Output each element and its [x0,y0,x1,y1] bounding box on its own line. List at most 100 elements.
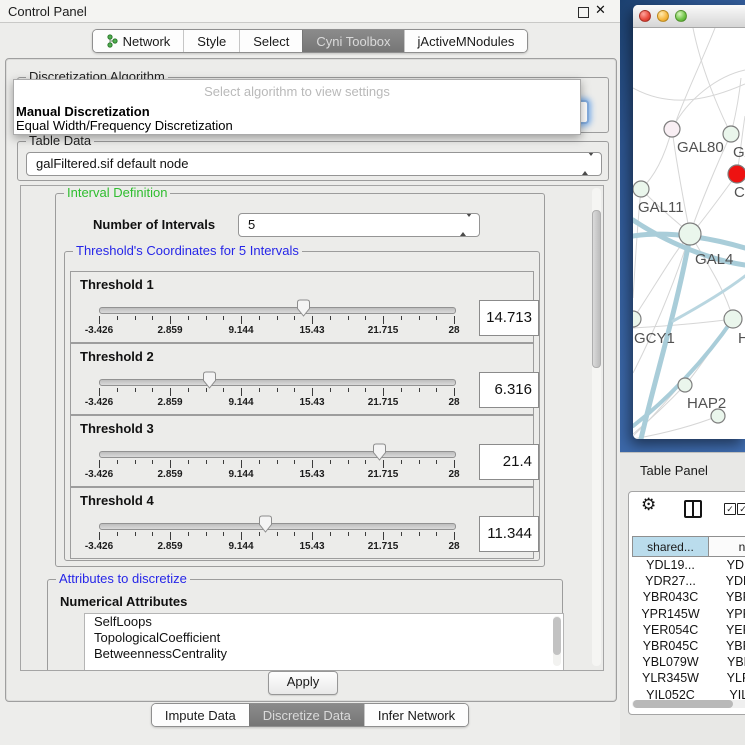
table-cell: YLR3... [709,670,745,686]
attribute-item[interactable]: SelfLoops [85,614,563,630]
checkbox-checked-icon[interactable]: ✓ [737,503,745,515]
table-cell: YBR0... [709,638,745,654]
table-row[interactable]: YDL19...YDL1... [632,557,745,573]
thresholds-legend: Threshold's Coordinates for 5 Intervals [73,243,302,258]
slider-thumb[interactable] [258,515,273,533]
slider-thumb[interactable] [202,371,217,389]
attribute-items: SelfLoopsTopologicalCoefficientBetweenne… [85,614,563,662]
threshold-label: Threshold 3 [80,421,154,436]
node-table: shared... n... YDL19...YDL1...YDR27...YD… [632,536,745,703]
cyni-toolbox-panel: Discretization Algorithm Table Data galF… [5,58,617,702]
threshold-slider[interactable] [99,442,454,462]
apply-button[interactable]: Apply [268,671,338,695]
network-node[interactable] [664,121,680,137]
column-header-name[interactable]: n... [709,536,745,557]
number-of-intervals-label: Number of Intervals [93,217,215,232]
table-cell: YER054C [632,622,709,638]
slider-ticks [99,532,454,541]
attributes-group: Attributes to discretize Numerical Attri… [47,579,563,671]
number-of-intervals-spinner[interactable]: 5 [238,213,480,237]
zoom-traffic-light-icon[interactable] [675,10,687,22]
tab-discretize-data[interactable]: Discretize Data [249,704,364,726]
table-cell: YBR045C [632,638,709,654]
threshold-value-field[interactable]: 21.4 [479,444,539,480]
table-row[interactable]: YBL079WYBL0... [632,654,745,670]
table-row[interactable]: YER054CYER0... [632,622,745,638]
attributes-list-scrollbar[interactable] [553,616,561,666]
network-canvas[interactable]: GAL80GACGAL11GAL4GCY1HHAP2 [633,28,745,439]
interval-definition-group: Interval Definition Number of Intervals … [55,193,545,567]
threshold-panel: Threshold 26.316-3.4262.8599.14415.4321.… [70,343,534,415]
right-side: GAL80GACGAL11GAL4GCY1HHAP2 Table Panel ⚙… [620,0,745,745]
close-icon[interactable]: ✕ [595,3,606,18]
table-cell: YDR27... [632,573,709,589]
table-panel-body: ⚙ ✓ ✓ shared... n... YDL19...YDL1...YDR2… [628,491,745,715]
tab-cyni-toolbox[interactable]: Cyni Toolbox [302,30,403,52]
table-row[interactable]: YBR045CYBR0... [632,638,745,654]
algorithm-option-manual[interactable]: Manual Discretization [16,104,150,119]
table-row[interactable]: YLR345WYLR3... [632,670,745,686]
table-header-row: shared... n... [632,536,745,557]
attribute-item[interactable]: BetweennessCentrality [85,646,563,662]
tab-select[interactable]: Select [239,30,302,52]
algorithm-popup-hint: Select algorithm to view settings [14,84,580,99]
network-window[interactable]: GAL80GACGAL11GAL4GCY1HHAP2 [633,5,745,439]
network-node[interactable] [723,126,739,142]
tab-infer-network[interactable]: Infer Network [364,704,468,726]
checkbox-checked-icon[interactable]: ✓ [724,503,736,515]
tab-jactivemnodules[interactable]: jActiveMNodules [404,30,528,52]
tab-network[interactable]: Network [93,30,184,52]
threshold-value-field[interactable]: 6.316 [479,372,539,408]
threshold-value-field[interactable]: 11.344 [479,516,539,552]
tab-label: Network [123,34,171,49]
float-window-icon[interactable] [578,7,589,18]
table-row[interactable]: YDR27...YDR2... [632,573,745,589]
slider-ticks [99,460,454,469]
close-traffic-light-icon[interactable] [639,10,651,22]
table-cell: YBL079W [632,654,709,670]
threshold-slider[interactable] [99,514,454,534]
control-panel-title: Control Panel [8,4,87,19]
network-node[interactable] [633,181,649,197]
slider-track [99,379,456,386]
table-horizontal-scrollbar[interactable] [632,700,745,708]
column-header-shared-name[interactable]: shared... [632,536,709,557]
network-node[interactable] [724,310,742,328]
control-panel-titlebar: Control Panel ✕ [0,0,620,23]
columns-icon[interactable] [684,500,702,518]
tab-impute-data[interactable]: Impute Data [152,704,249,726]
threshold-slider[interactable] [99,298,454,318]
threshold-value-field[interactable]: 14.713 [479,300,539,336]
tab-label: Impute Data [165,708,236,723]
slider-ticks [99,388,454,397]
settings-vertical-scrollbar[interactable] [592,188,601,666]
network-node[interactable] [633,311,641,327]
gear-icon[interactable]: ⚙ [641,495,656,515]
slider-thumb[interactable] [296,299,311,317]
network-node[interactable] [679,223,701,245]
table-data-combo[interactable]: galFiltered.sif default node [26,152,602,176]
node-label: GAL4 [695,251,733,268]
tab-style[interactable]: Style [183,30,239,52]
scrollbar-thumb[interactable] [553,617,561,655]
top-tab-row: Network Style Select Cyni Toolbox jActiv… [0,29,620,53]
tab-label: jActiveMNodules [418,34,515,49]
tab-label: Cyni Toolbox [316,34,390,49]
table-row[interactable]: YPR145WYPR1... [632,606,745,622]
algorithm-option-equal-width[interactable]: Equal Width/Frequency Discretization [16,118,233,133]
scrollbar-thumb[interactable] [633,700,733,708]
threshold-label: Threshold 1 [80,277,154,292]
table-cell: YDL19... [632,557,709,573]
threshold-slider[interactable] [99,370,454,390]
network-node[interactable] [728,165,745,183]
network-icon [106,34,118,48]
attributes-legend: Attributes to discretize [56,571,190,586]
table-cell: YDR2... [709,573,745,589]
table-row[interactable]: YBR043CYBR0... [632,589,745,605]
attribute-item[interactable]: TopologicalCoefficient [85,630,563,646]
slider-thumb[interactable] [372,443,387,461]
network-node[interactable] [678,378,692,392]
table-body: YDL19...YDL1...YDR27...YDR2...YBR043CYBR… [632,557,745,703]
scrollbar-thumb[interactable] [592,210,601,368]
minimize-traffic-light-icon[interactable] [657,10,669,22]
